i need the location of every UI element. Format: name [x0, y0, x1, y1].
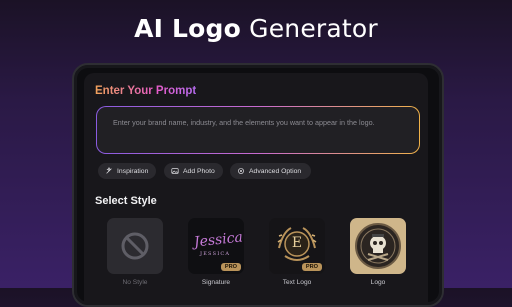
- style-label-signature: Signature: [201, 279, 231, 286]
- style-tile-no-style[interactable]: [107, 218, 163, 274]
- style-tile-logo[interactable]: [350, 218, 406, 274]
- style-label-logo: Logo: [370, 279, 386, 286]
- style-label-no-style: No Style: [122, 279, 148, 286]
- style-tile-signature[interactable]: Jessica JESSICA PRO: [188, 218, 244, 274]
- signature-sample-sub: JESSICA: [200, 251, 231, 257]
- advanced-option-button[interactable]: Advanced Option: [230, 163, 311, 179]
- style-tile-text-logo[interactable]: E PRO: [269, 218, 325, 274]
- inspiration-button[interactable]: Inspiration: [98, 163, 156, 179]
- signature-sample: Jessica: [193, 229, 244, 251]
- headline-bold: AI Logo: [134, 14, 241, 43]
- text-logo-sample: E: [291, 235, 303, 251]
- inspiration-label: Inspiration: [117, 167, 149, 175]
- headline-light: Generator: [249, 14, 378, 43]
- add-photo-label: Add Photo: [183, 167, 215, 175]
- select-style-title: Select Style: [95, 195, 157, 207]
- add-photo-button[interactable]: Add Photo: [164, 163, 223, 179]
- skull-emblem-icon: [355, 223, 401, 269]
- prompt-title: Enter Your Prompt: [95, 85, 197, 97]
- pro-badge: PRO: [220, 263, 241, 271]
- prompt-placeholder: Enter your brand name, industry, and the…: [113, 118, 375, 127]
- advanced-option-label: Advanced Option: [249, 167, 302, 175]
- pro-badge: PRO: [301, 263, 322, 271]
- block-icon: [121, 232, 149, 260]
- sparkle-icon: [106, 167, 112, 174]
- style-label-text-logo: Text Logo: [282, 279, 312, 286]
- page-headline: AI Logo Generator: [0, 14, 512, 43]
- gear-icon: [238, 168, 244, 174]
- image-icon: [171, 168, 179, 174]
- prompt-input[interactable]: Enter your brand name, industry, and the…: [96, 106, 420, 154]
